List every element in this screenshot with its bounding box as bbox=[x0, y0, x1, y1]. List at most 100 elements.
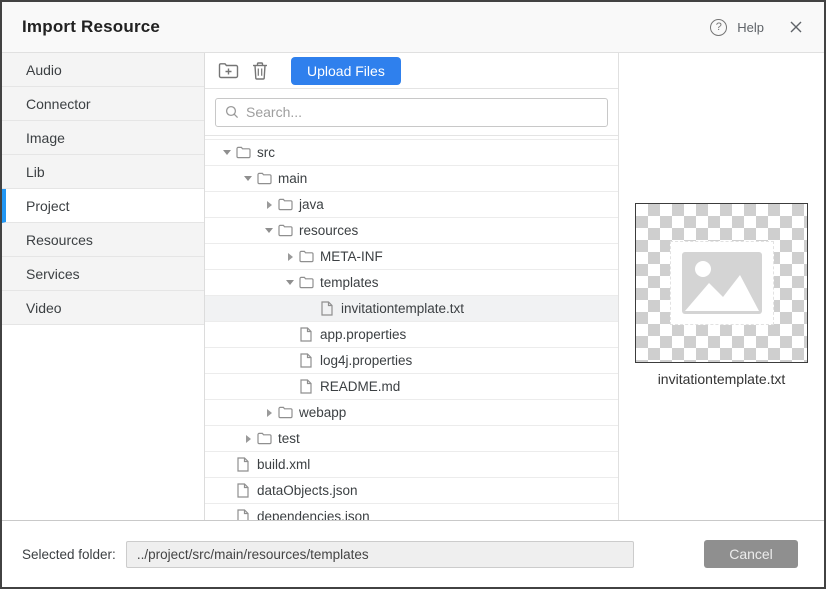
tree-row-dataobjects-json[interactable]: dataObjects.json bbox=[205, 478, 618, 504]
caret-spacer bbox=[219, 457, 235, 473]
sidebar-item-image[interactable]: Image bbox=[2, 121, 204, 155]
sidebar-item-services[interactable]: Services bbox=[2, 257, 204, 291]
file-tree[interactable]: src main bbox=[205, 136, 618, 520]
file-icon bbox=[319, 301, 335, 317]
tree-row-templates[interactable]: templates bbox=[205, 270, 618, 296]
tree-row-test[interactable]: test bbox=[205, 426, 618, 452]
selected-folder-label: Selected folder: bbox=[22, 547, 116, 562]
sidebar-item-label: Connector bbox=[26, 96, 91, 112]
caret-spacer bbox=[219, 509, 235, 521]
file-icon bbox=[235, 509, 251, 521]
folder-icon bbox=[256, 431, 272, 447]
caret-down-icon[interactable] bbox=[240, 171, 256, 187]
preview-filename: invitationtemplate.txt bbox=[619, 371, 824, 387]
tree-row-app-properties[interactable]: app.properties bbox=[205, 322, 618, 348]
caret-down-icon[interactable] bbox=[261, 223, 277, 239]
tree-row-label: resources bbox=[299, 223, 358, 238]
tree-row-src[interactable]: src bbox=[205, 140, 618, 166]
tree-row-java[interactable]: java bbox=[205, 192, 618, 218]
file-icon bbox=[298, 379, 314, 395]
file-icon bbox=[298, 327, 314, 343]
dialog-footer: Selected folder: Cancel bbox=[2, 520, 824, 587]
sidebar-item-label: Services bbox=[26, 266, 80, 282]
sidebar-item-label: Video bbox=[26, 300, 62, 316]
tree-row-webapp[interactable]: webapp bbox=[205, 400, 618, 426]
sidebar-item-label: Lib bbox=[26, 164, 45, 180]
preview-panel: invitationtemplate.txt bbox=[619, 53, 824, 520]
search-box bbox=[215, 98, 608, 127]
folder-icon bbox=[298, 249, 314, 265]
caret-spacer bbox=[219, 483, 235, 499]
category-sidebar: Audio Connector Image Lib Project Resour… bbox=[2, 53, 205, 520]
tree-row-label: README.md bbox=[320, 379, 400, 394]
upload-files-button[interactable]: Upload Files bbox=[291, 57, 401, 85]
toolbar: Upload Files bbox=[205, 53, 618, 89]
tree-row-label: src bbox=[257, 145, 275, 160]
tree-row-main[interactable]: main bbox=[205, 166, 618, 192]
folder-icon bbox=[277, 405, 293, 421]
tree-row-label: webapp bbox=[299, 405, 346, 420]
caret-right-icon[interactable] bbox=[240, 431, 256, 447]
sidebar-item-label: Project bbox=[26, 198, 70, 214]
caret-spacer bbox=[282, 327, 298, 343]
caret-spacer bbox=[282, 379, 298, 395]
tree-row-meta-inf[interactable]: META-INF bbox=[205, 244, 618, 270]
preview-thumbnail bbox=[635, 203, 808, 363]
file-icon bbox=[235, 483, 251, 499]
folder-icon bbox=[298, 275, 314, 291]
tree-row-build-xml[interactable]: build.xml bbox=[205, 452, 618, 478]
sidebar-item-audio[interactable]: Audio bbox=[2, 53, 204, 87]
tree-row-label: test bbox=[278, 431, 300, 446]
sidebar-item-label: Resources bbox=[26, 232, 93, 248]
tree-row-label: build.xml bbox=[257, 457, 310, 472]
tree-row-invitationtemplate-txt[interactable]: invitationtemplate.txt bbox=[205, 296, 618, 322]
image-placeholder-icon bbox=[682, 252, 762, 314]
sidebar-item-label: Image bbox=[26, 130, 65, 146]
caret-right-icon[interactable] bbox=[282, 249, 298, 265]
help-icon[interactable]: ? bbox=[710, 19, 727, 36]
sidebar-item-label: Audio bbox=[26, 62, 62, 78]
new-folder-icon[interactable] bbox=[217, 61, 239, 81]
tree-row-readme-md[interactable]: README.md bbox=[205, 374, 618, 400]
tree-row-log4j-properties[interactable]: log4j.properties bbox=[205, 348, 618, 374]
tree-row-label: dataObjects.json bbox=[257, 483, 358, 498]
tree-row-label: dependencies.json bbox=[257, 509, 370, 520]
caret-right-icon[interactable] bbox=[261, 197, 277, 213]
cancel-button[interactable]: Cancel bbox=[704, 540, 798, 568]
file-browser-column: Upload Files bbox=[205, 53, 619, 520]
folder-icon bbox=[256, 171, 272, 187]
tree-row-label: log4j.properties bbox=[320, 353, 412, 368]
tree-row-dependencies-json[interactable]: dependencies.json bbox=[205, 504, 618, 520]
tree-row-resources[interactable]: resources bbox=[205, 218, 618, 244]
caret-down-icon[interactable] bbox=[282, 275, 298, 291]
caret-spacer bbox=[303, 301, 319, 317]
file-icon bbox=[235, 457, 251, 473]
tree-row-label: META-INF bbox=[320, 249, 383, 264]
caret-right-icon[interactable] bbox=[261, 405, 277, 421]
sidebar-item-connector[interactable]: Connector bbox=[2, 87, 204, 121]
close-icon[interactable] bbox=[788, 19, 804, 35]
folder-icon bbox=[235, 145, 251, 161]
tree-row-label: invitationtemplate.txt bbox=[341, 301, 464, 316]
folder-icon bbox=[277, 197, 293, 213]
folder-icon bbox=[277, 223, 293, 239]
caret-down-icon[interactable] bbox=[219, 145, 235, 161]
help-link[interactable]: Help bbox=[737, 20, 764, 35]
tree-row-label: app.properties bbox=[320, 327, 406, 342]
page-title: Import Resource bbox=[22, 17, 160, 37]
dialog-header: Import Resource ? Help bbox=[2, 2, 824, 53]
delete-icon[interactable] bbox=[249, 61, 271, 81]
import-resource-dialog: Import Resource ? Help Audio Connector I… bbox=[0, 0, 826, 589]
sidebar-item-resources[interactable]: Resources bbox=[2, 223, 204, 257]
tree-row-label: templates bbox=[320, 275, 379, 290]
selected-folder-input[interactable] bbox=[126, 541, 634, 568]
tree-row-label: main bbox=[278, 171, 307, 186]
image-placeholder-card bbox=[670, 241, 774, 325]
search-input[interactable] bbox=[246, 104, 598, 120]
file-icon bbox=[298, 353, 314, 369]
sidebar-item-project[interactable]: Project bbox=[2, 189, 204, 223]
sidebar-item-lib[interactable]: Lib bbox=[2, 155, 204, 189]
search-section bbox=[205, 89, 618, 136]
sidebar-item-video[interactable]: Video bbox=[2, 291, 204, 325]
caret-spacer bbox=[282, 353, 298, 369]
